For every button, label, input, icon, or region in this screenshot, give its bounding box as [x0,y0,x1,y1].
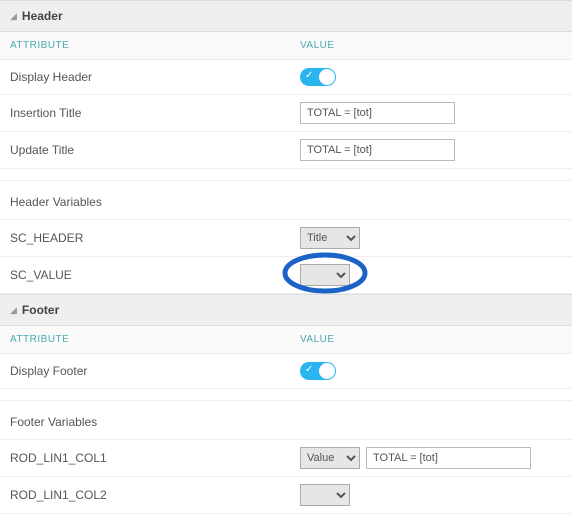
section-header-header[interactable]: ◢ Header [0,0,572,32]
spacer [0,389,572,401]
label-rod1: ROD_LIN1_COL1 [10,451,300,465]
input-rod1-text[interactable] [366,447,531,469]
subhead-header-vars: Header Variables [0,181,572,220]
row-sc-header: SC_HEADER Title [0,220,572,257]
select-rod1[interactable]: Value [300,447,360,469]
toggle-display-footer[interactable]: ✓ [300,362,336,380]
input-update-title[interactable] [300,139,455,161]
section-title: Footer [22,303,59,317]
label-update-title: Update Title [10,143,300,157]
section-header-footer[interactable]: ◢ Footer [0,294,572,326]
col-attribute: Attribute [10,40,300,51]
col-attribute: Attribute [10,334,300,345]
collapse-icon: ◢ [10,11,17,22]
row-sc-value: SC_VALUE [0,257,572,294]
column-head-header: Attribute Value [0,32,572,60]
check-icon: ✓ [305,70,313,81]
label-display-header: Display Header [10,70,300,84]
toggle-display-header[interactable]: ✓ [300,68,336,86]
row-rod1: ROD_LIN1_COL1 Value [0,440,572,477]
label-display-footer: Display Footer [10,364,300,378]
row-rod2: ROD_LIN1_COL2 [0,477,572,514]
spacer [0,169,572,181]
label-insertion-title: Insertion Title [10,106,300,120]
collapse-icon: ◢ [10,305,17,316]
select-rod2[interactable] [300,484,350,506]
toggle-knob [319,363,335,379]
row-display-footer: Display Footer ✓ [0,354,572,389]
col-value: Value [300,40,562,51]
check-icon: ✓ [305,364,313,375]
input-insertion-title[interactable] [300,102,455,124]
row-display-header: Display Header ✓ [0,60,572,95]
toggle-knob [319,69,335,85]
select-sc-header[interactable]: Title [300,227,360,249]
column-head-footer: Attribute Value [0,326,572,354]
select-sc-value[interactable] [300,264,350,286]
row-insertion-title: Insertion Title [0,95,572,132]
label-sc-value: SC_VALUE [10,268,300,282]
section-title: Header [22,9,63,23]
label-sc-header: SC_HEADER [10,231,300,245]
row-update-title: Update Title [0,132,572,169]
subhead-footer-vars: Footer Variables [0,401,572,440]
col-value: Value [300,334,562,345]
